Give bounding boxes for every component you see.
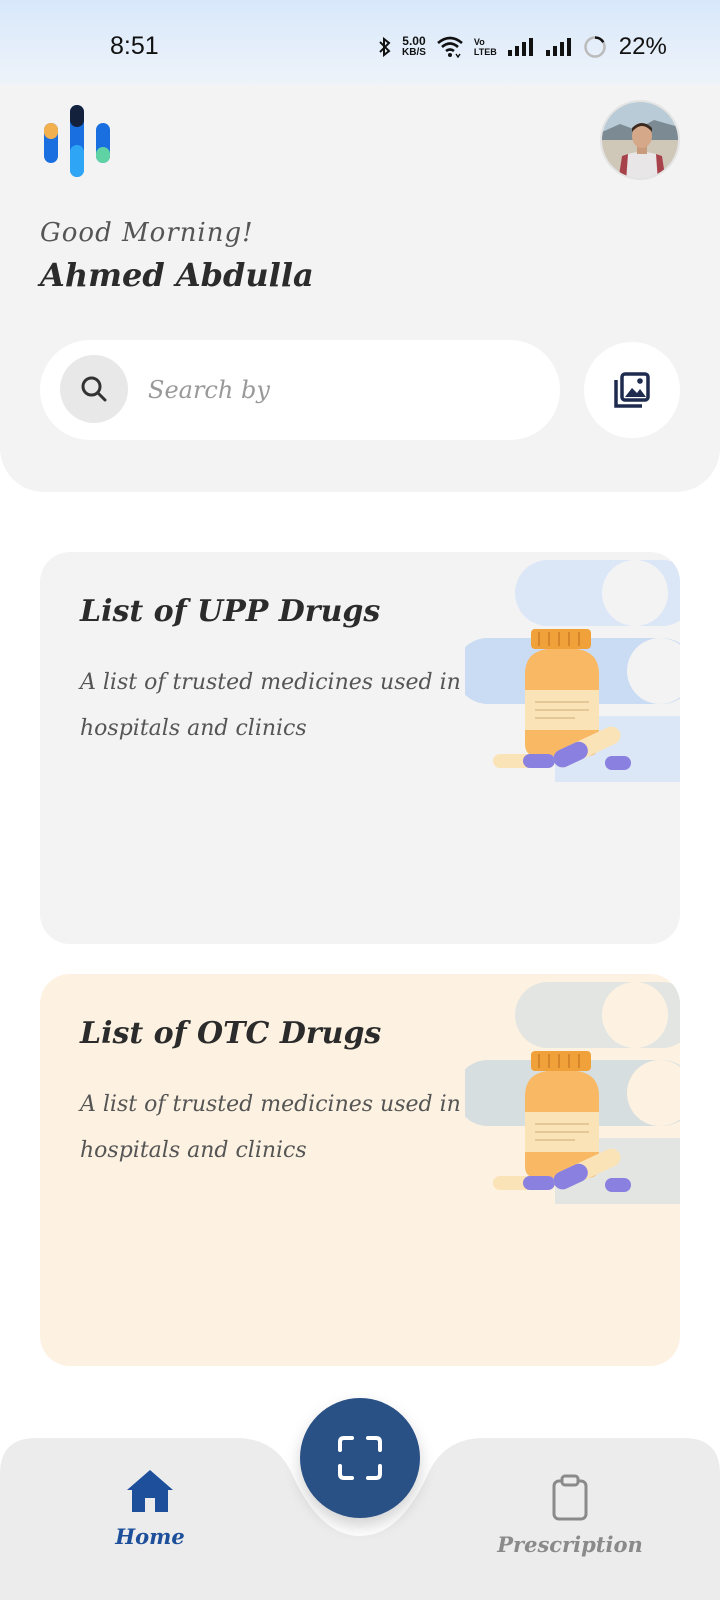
signal-icon bbox=[507, 38, 533, 56]
card-title: List of OTC Drugs bbox=[80, 1016, 382, 1051]
upp-drugs-card[interactable]: List of UPP Drugs A list of trusted medi… bbox=[40, 552, 680, 944]
status-bar: 8:51 5.00 KB/S Vo LTEB 22% bbox=[0, 0, 720, 85]
nav-prescription[interactable]: Prescription bbox=[490, 1474, 650, 1584]
signal-icon bbox=[545, 38, 571, 56]
wifi-icon bbox=[437, 36, 463, 58]
status-time: 8:51 bbox=[110, 32, 159, 60]
volte-bottom: LTE bbox=[473, 47, 491, 57]
network-speed-value: 5.00 bbox=[402, 34, 426, 48]
clipboard-icon bbox=[552, 1474, 588, 1521]
medicine-illustration bbox=[465, 982, 680, 1204]
otc-drugs-card[interactable]: List of OTC Drugs A list of trusted medi… bbox=[40, 974, 680, 1366]
battery-percent: 22% bbox=[618, 33, 667, 60]
network-speed-unit: KB/S bbox=[402, 47, 426, 58]
battery-icon bbox=[584, 36, 606, 58]
image-search-button[interactable] bbox=[584, 342, 680, 438]
greeting-text: Good Morning! bbox=[40, 218, 254, 248]
volte-top: Vo bbox=[473, 37, 485, 47]
card-title: List of UPP Drugs bbox=[80, 594, 381, 629]
scan-button[interactable] bbox=[300, 1398, 420, 1518]
status-icons: 5.00 KB/S Vo LTEB 22% bbox=[378, 30, 667, 64]
avatar[interactable] bbox=[600, 100, 680, 180]
search-input[interactable] bbox=[148, 366, 528, 414]
gallery-icon bbox=[614, 372, 650, 408]
scan-icon bbox=[338, 1436, 382, 1480]
medicine-illustration bbox=[465, 560, 680, 782]
search-bar[interactable] bbox=[40, 340, 560, 440]
user-name: Ahmed Abdulla bbox=[40, 256, 314, 294]
nav-home[interactable]: Home bbox=[98, 1468, 202, 1580]
app-logo bbox=[44, 105, 110, 177]
volte-sub: B bbox=[490, 47, 497, 57]
search-icon bbox=[81, 376, 107, 402]
card-description: A list of trusted medicines used in hosp… bbox=[80, 1092, 461, 1163]
volte-indicator: Vo LTEB bbox=[474, 37, 497, 57]
search-icon-button[interactable] bbox=[60, 355, 128, 423]
nav-home-label: Home bbox=[115, 1524, 185, 1549]
card-description: A list of trusted medicines used in hosp… bbox=[80, 670, 461, 741]
nav-prescription-label: Prescription bbox=[497, 1532, 643, 1557]
network-speed: 5.00 KB/S bbox=[402, 35, 426, 59]
bluetooth-icon bbox=[379, 36, 391, 58]
home-icon bbox=[127, 1470, 173, 1512]
